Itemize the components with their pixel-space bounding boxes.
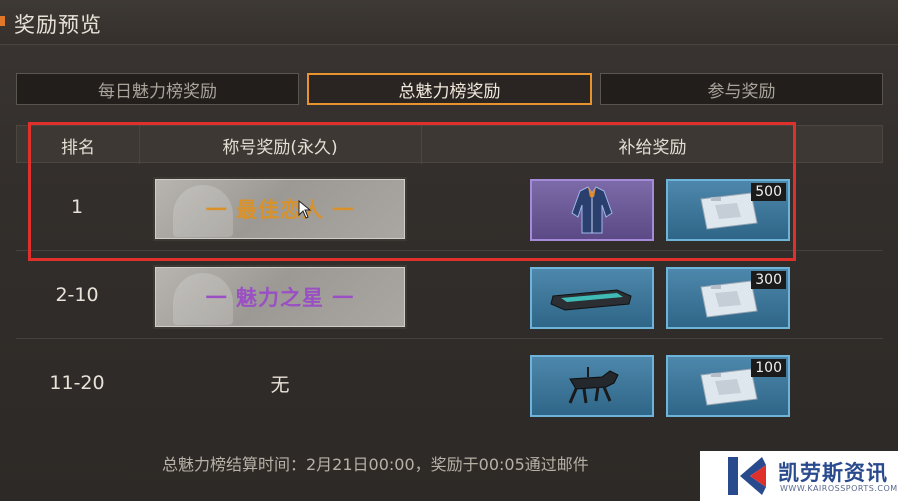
no-title-reward: 无 <box>270 373 290 396</box>
reward-item-slot[interactable]: 300 <box>666 267 790 329</box>
reward-quantity: 100 <box>751 359 786 377</box>
watermark-title: 凯劳斯资讯 <box>778 461 888 485</box>
reward-tabs: 每日魅力榜奖励 总魅力榜奖励 参与奖励 <box>16 73 883 107</box>
title-badge: 一 魅力之星 一 <box>153 265 407 329</box>
reward-item-slot[interactable] <box>530 267 654 329</box>
panel-header: 奖励预览 <box>0 0 898 45</box>
reward-preview-panel: 奖励预览 每日魅力榜奖励 总魅力榜奖励 参与奖励 排名 称号奖励(永久) 补给奖… <box>0 0 898 501</box>
header-accent-mark <box>0 16 5 26</box>
highlight-box <box>28 122 796 261</box>
title-badge-text: 一 魅力之星 一 <box>205 286 355 310</box>
tab-daily-charm[interactable]: 每日魅力榜奖励 <box>16 73 299 105</box>
reward-item-slot[interactable] <box>530 355 654 417</box>
panel-title: 奖励预览 <box>14 13 102 37</box>
settlement-note: 总魅力榜结算时间：2月21日00:00，奖励于00:05通过邮件 <box>162 455 589 474</box>
rank-cell: 11-20 <box>49 372 105 394</box>
table-row: 11-20 无 100 <box>16 339 883 427</box>
tab-participation[interactable]: 参与奖励 <box>600 73 883 105</box>
watermark: 凯劳斯资讯 WWW.KAIROSSPORTS.COM <box>700 451 898 501</box>
mouse-cursor-icon <box>298 200 312 219</box>
robot-dog-icon <box>568 367 619 404</box>
watermark-url: WWW.KAIROSSPORTS.COM <box>780 484 898 493</box>
rank-cell: 2-10 <box>55 284 99 306</box>
skateboard-icon <box>550 289 632 311</box>
reward-quantity: 300 <box>751 271 786 289</box>
table-row: 2-10 一 魅力之星 一 300 <box>16 251 883 339</box>
reward-item-slot[interactable]: 100 <box>666 355 790 417</box>
kairos-logo-icon <box>728 457 766 495</box>
tab-total-charm[interactable]: 总魅力榜奖励 <box>307 73 592 105</box>
